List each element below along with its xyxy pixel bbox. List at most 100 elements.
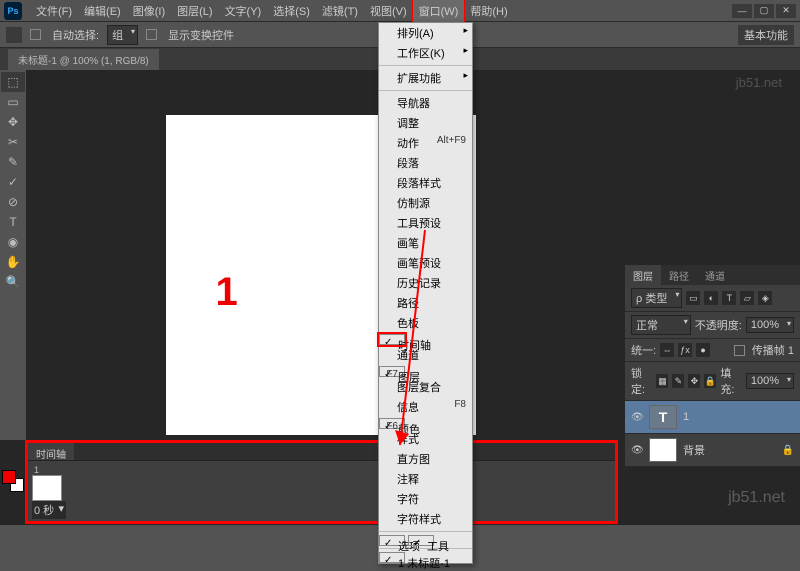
tool-button[interactable]: ✋ bbox=[1, 252, 25, 272]
layer-kind-filter[interactable]: ρ 类型 bbox=[631, 288, 682, 308]
menu-item-路径[interactable]: 路径 bbox=[379, 293, 472, 313]
tool-button[interactable]: ✂ bbox=[1, 132, 25, 152]
timeline-panel: 时间轴 1 0 秒▾ bbox=[28, 443, 615, 521]
visibility-toggle[interactable] bbox=[631, 411, 643, 423]
tool-button[interactable]: ✎ bbox=[1, 152, 25, 172]
layer-row[interactable]: 背景 🔒 bbox=[625, 434, 800, 467]
tab-timeline[interactable]: 时间轴 bbox=[28, 443, 74, 460]
menu-item-字符样式[interactable]: 字符样式 bbox=[379, 509, 472, 529]
menu-item-信息[interactable]: 信息F8 bbox=[379, 397, 472, 417]
fill-label: 填充: bbox=[720, 365, 741, 397]
frame-index: 1 bbox=[32, 465, 66, 475]
foreground-color-swatch[interactable] bbox=[2, 470, 16, 484]
menu-编辑(E)[interactable]: 编辑(E) bbox=[78, 0, 127, 22]
auto-select-label: 自动选择: bbox=[52, 27, 99, 43]
close-button[interactable]: ✕ bbox=[776, 4, 796, 18]
minimize-button[interactable]: — bbox=[732, 4, 752, 18]
opacity-input[interactable]: 100% bbox=[746, 317, 794, 333]
menu-item-直方图[interactable]: 直方图 bbox=[379, 449, 472, 469]
tool-button[interactable]: T bbox=[1, 212, 25, 232]
menu-item-工具预设[interactable]: 工具预设 bbox=[379, 213, 472, 233]
filter-icon[interactable]: ▱ bbox=[740, 291, 754, 305]
menu-item-字符[interactable]: 字符 bbox=[379, 489, 472, 509]
tool-button[interactable]: ⊘ bbox=[1, 192, 25, 212]
menu-item-色板[interactable]: 色板 bbox=[379, 313, 472, 333]
menu-item-图层复合[interactable]: 图层复合 bbox=[379, 377, 472, 397]
tool-button[interactable]: ⬚ bbox=[1, 72, 25, 92]
menu-item-段落样式[interactable]: 段落样式 bbox=[379, 173, 472, 193]
canvas-viewport[interactable]: 1 bbox=[26, 70, 615, 440]
menu-item-扩展功能[interactable]: 扩展功能 bbox=[379, 68, 472, 88]
lock-position-icon[interactable]: ✥ bbox=[688, 374, 700, 388]
workspace-switcher[interactable]: 基本功能 bbox=[738, 25, 794, 45]
unify-position-icon[interactable]: ⇔ bbox=[660, 343, 674, 357]
app-logo: Ps bbox=[4, 2, 22, 20]
menu-帮助(H)[interactable]: 帮助(H) bbox=[464, 0, 513, 22]
show-transform-checkbox[interactable] bbox=[146, 29, 157, 40]
tool-button[interactable]: ✥ bbox=[1, 112, 25, 132]
menu-文件(F)[interactable]: 文件(F) bbox=[30, 0, 78, 22]
menu-图层(L)[interactable]: 图层(L) bbox=[171, 0, 218, 22]
menu-item-注释[interactable]: 注释 bbox=[379, 469, 472, 489]
menu-item-排列(A)[interactable]: 排列(A) bbox=[379, 23, 472, 43]
visibility-toggle[interactable] bbox=[631, 444, 643, 456]
unify-style-icon[interactable]: ● bbox=[696, 343, 710, 357]
propagate-checkbox[interactable] bbox=[734, 345, 745, 356]
move-tool-icon bbox=[6, 27, 22, 43]
tab-layers[interactable]: 图层 bbox=[625, 265, 661, 285]
filter-icon[interactable]: ◈ bbox=[758, 291, 772, 305]
layer-row[interactable]: T 1 bbox=[625, 401, 800, 434]
lock-pixels-icon[interactable]: ✎ bbox=[672, 374, 684, 388]
auto-select-checkbox[interactable] bbox=[30, 29, 41, 40]
layer-thumbnail: T bbox=[649, 405, 677, 429]
menu-item-工作区(K)[interactable]: 工作区(K) bbox=[379, 43, 472, 63]
menu-item-调整[interactable]: 调整 bbox=[379, 113, 472, 133]
filter-icon[interactable]: T bbox=[722, 291, 736, 305]
canvas-text: 1 bbox=[216, 270, 238, 315]
menu-item-段落[interactable]: 段落 bbox=[379, 153, 472, 173]
lock-transparency-icon[interactable]: ▦ bbox=[656, 374, 668, 388]
menu-item-颜色[interactable]: 颜色F6 bbox=[379, 418, 405, 429]
tab-paths[interactable]: 路径 bbox=[661, 265, 697, 285]
menu-滤镜(T)[interactable]: 滤镜(T) bbox=[316, 0, 364, 22]
tool-button[interactable]: ✓ bbox=[1, 172, 25, 192]
menu-item-画笔预设[interactable]: 画笔预设 bbox=[379, 253, 472, 273]
menu-item-选项[interactable]: 选项 bbox=[379, 535, 405, 546]
menu-item-图层[interactable]: 图层F7 bbox=[379, 366, 405, 377]
tool-button[interactable]: 🔍 bbox=[1, 272, 25, 292]
menu-窗口(W)[interactable]: 窗口(W) bbox=[413, 0, 465, 22]
menu-item-画笔[interactable]: 画笔 bbox=[379, 233, 472, 253]
maximize-button[interactable]: ▢ bbox=[754, 4, 774, 18]
fill-input[interactable]: 100% bbox=[746, 373, 794, 389]
menu-item-通道[interactable]: 通道 bbox=[379, 345, 472, 365]
color-swatches[interactable] bbox=[2, 470, 24, 492]
lock-all-icon[interactable]: 🔒 bbox=[704, 374, 716, 388]
unify-visibility-icon[interactable]: ƒx bbox=[678, 343, 692, 357]
menu-选择(S)[interactable]: 选择(S) bbox=[267, 0, 316, 22]
show-transform-label: 显示变换控件 bbox=[168, 27, 234, 43]
menu-文字(Y)[interactable]: 文字(Y) bbox=[219, 0, 268, 22]
tab-channels[interactable]: 通道 bbox=[697, 265, 733, 285]
opacity-label: 不透明度: bbox=[695, 317, 742, 333]
menu-item-工具[interactable]: 工具 bbox=[408, 535, 434, 546]
menu-item-1 未标题-1[interactable]: 1 未标题-1 bbox=[379, 552, 405, 563]
menu-图像(I)[interactable]: 图像(I) bbox=[127, 0, 171, 22]
menu-item-历史记录[interactable]: 历史记录 bbox=[379, 273, 472, 293]
blend-mode-dropdown[interactable]: 正常 bbox=[631, 315, 691, 335]
menu-item-时间轴[interactable]: 时间轴 bbox=[379, 334, 405, 345]
menu-item-动作[interactable]: 动作Alt+F9 bbox=[379, 133, 472, 153]
document-tab[interactable]: 未标题-1 @ 100% (1, RGB/8) bbox=[8, 49, 159, 70]
tool-button[interactable]: ▭ bbox=[1, 92, 25, 112]
menu-item-仿制源[interactable]: 仿制源 bbox=[379, 193, 472, 213]
auto-select-target-dropdown[interactable]: 组 bbox=[107, 25, 138, 45]
menu-item-导航器[interactable]: 导航器 bbox=[379, 93, 472, 113]
menu-item-样式[interactable]: 样式 bbox=[379, 429, 472, 449]
tool-button[interactable]: ◉ bbox=[1, 232, 25, 252]
layer-name[interactable]: 背景 bbox=[683, 442, 705, 458]
layer-name[interactable]: 1 bbox=[683, 411, 689, 423]
frame-delay[interactable]: 0 秒 bbox=[34, 502, 54, 518]
timeline-frame[interactable]: 1 0 秒▾ bbox=[32, 465, 66, 519]
filter-icon[interactable]: ▭ bbox=[686, 291, 700, 305]
filter-icon[interactable]: ◐ bbox=[704, 291, 718, 305]
menu-视图(V)[interactable]: 视图(V) bbox=[364, 0, 413, 22]
